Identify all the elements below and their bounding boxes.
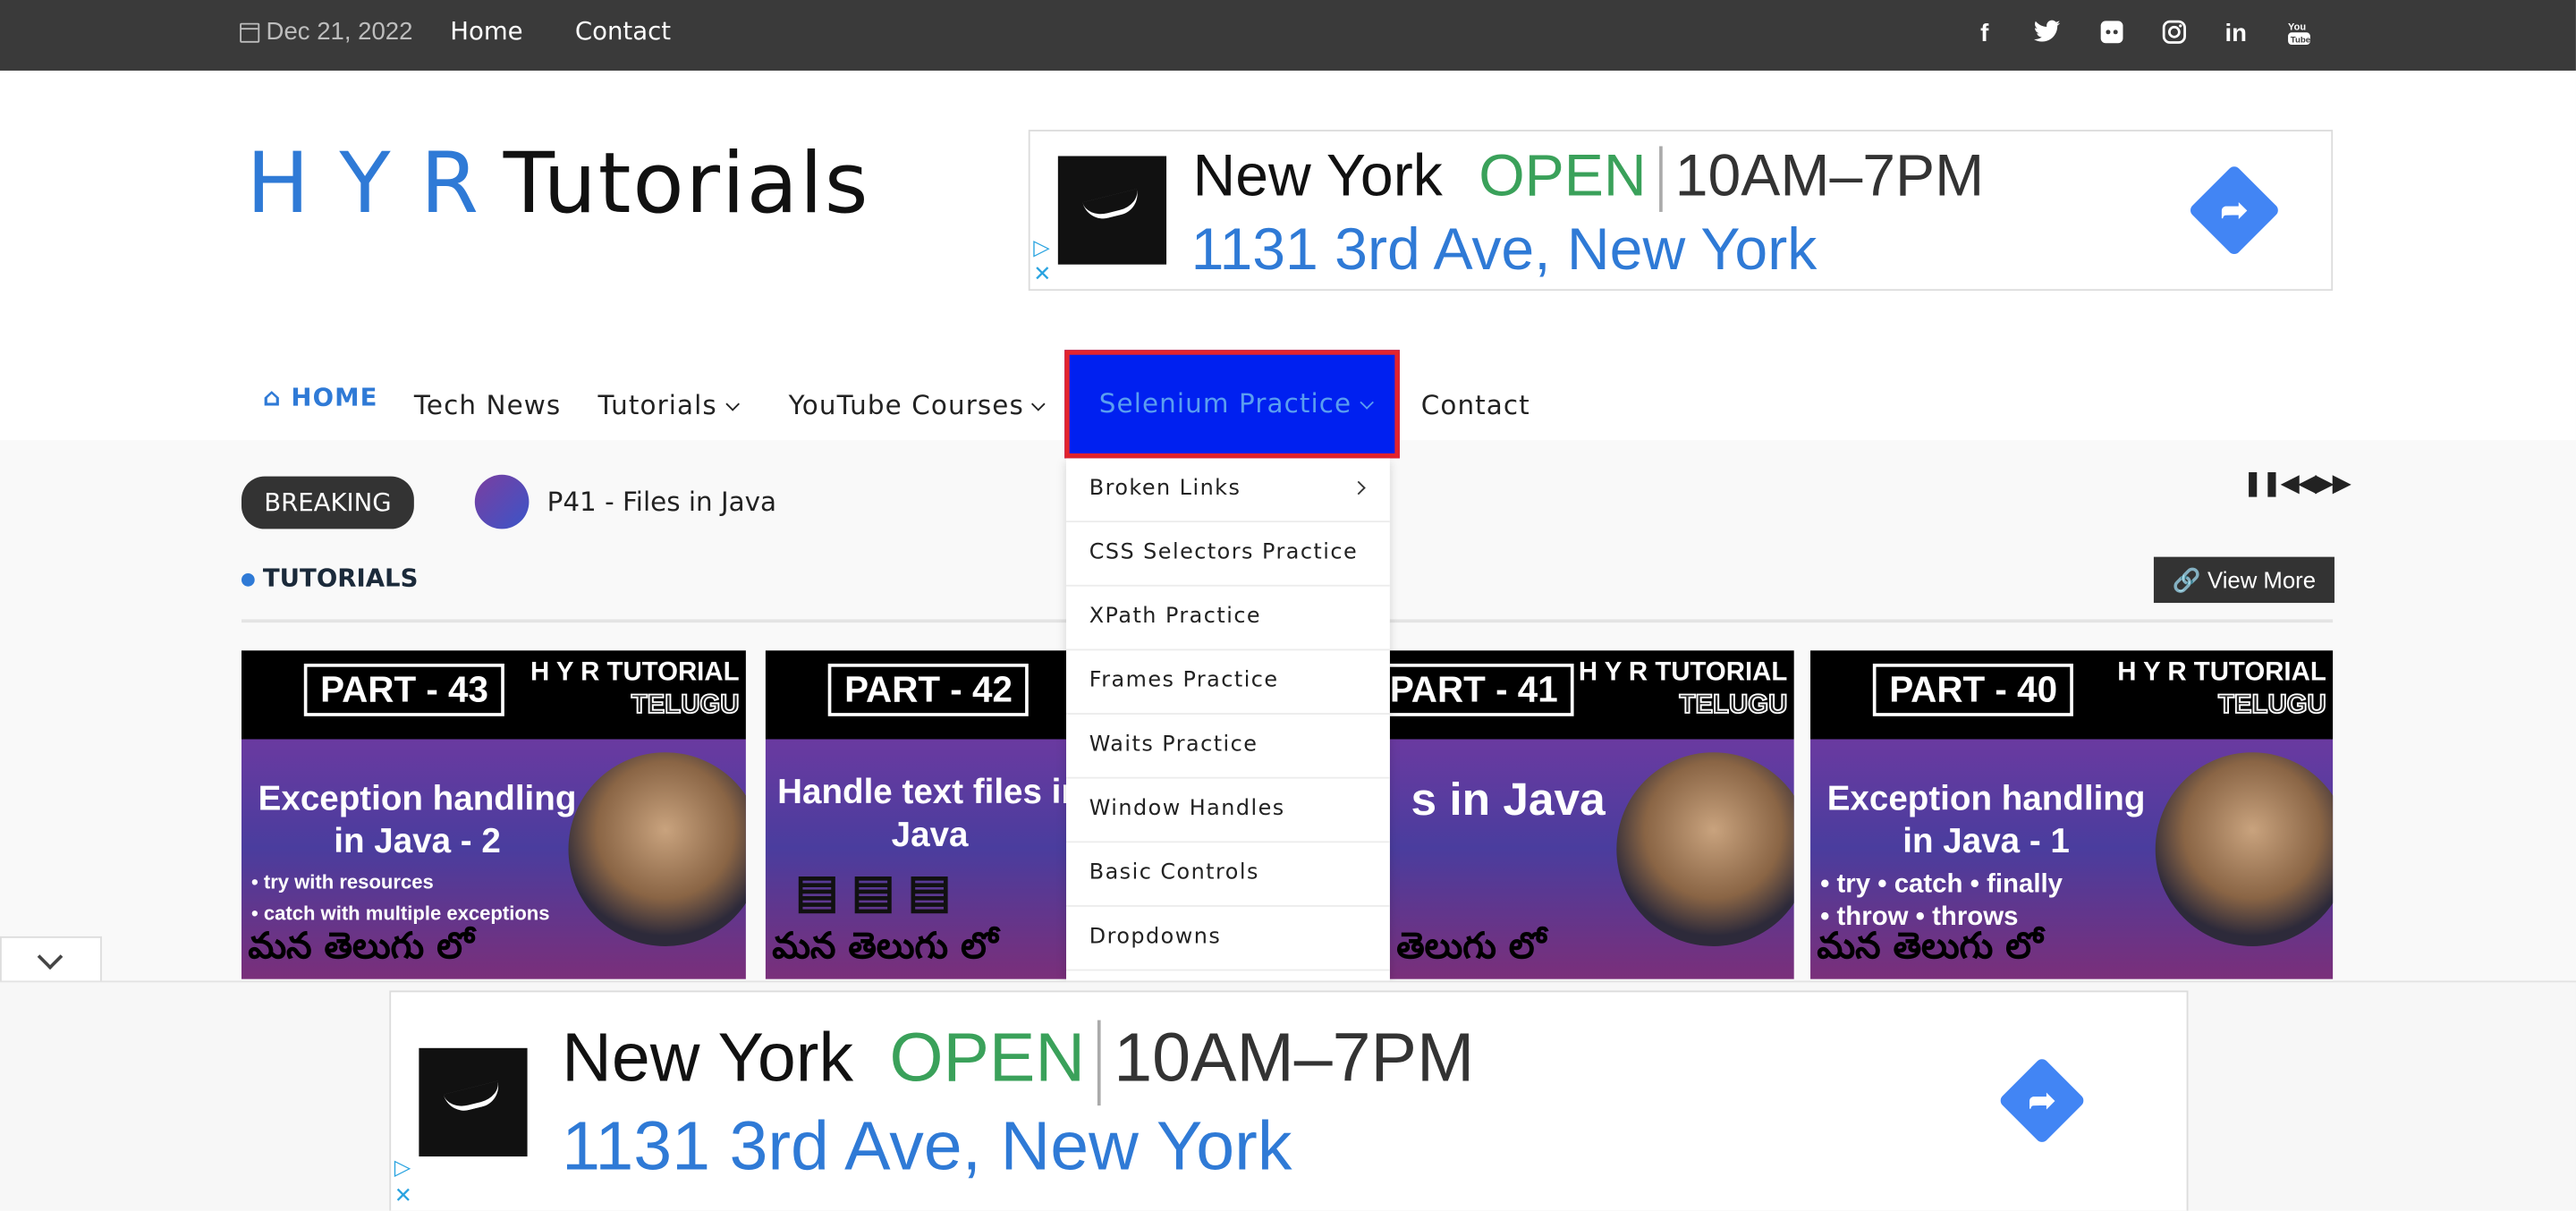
card-heading: Exception handling in Java - 2 — [258, 780, 577, 861]
card-telugu-text: మన తెలుగు లో — [772, 926, 998, 968]
next-icon[interactable]: ▶▶ — [2315, 468, 2351, 497]
ad-address: 1131 3rd Ave, New York — [1191, 215, 1818, 283]
ticker-controls: ❚❚◀◀▶▶ — [2242, 468, 2351, 497]
nav-contact[interactable]: Contact — [1421, 389, 1530, 420]
card-bullet: • try with resources — [251, 870, 434, 894]
dropdown-item-dropdowns[interactable]: Dropdowns — [1066, 907, 1390, 971]
ad-address: 1131 3rd Ave, New York — [562, 1106, 1292, 1185]
card-brand: H Y R TUTORIAL TELUGU — [2117, 658, 2326, 721]
ad-status: OPEN — [889, 1018, 1086, 1097]
adchoices-icon[interactable]: ▷ — [1033, 236, 1049, 258]
instructor-photo — [2155, 752, 2334, 946]
chevron-right-icon — [1352, 480, 1366, 495]
discord-icon[interactable] — [2097, 20, 2126, 49]
card-brand: H Y R TUTORIAL TELUGU — [1578, 658, 1788, 721]
twitter-icon[interactable] — [2032, 20, 2062, 49]
ad-title: New York OPEN 10AM–7PM — [1192, 141, 1984, 213]
card-part-label: PART - 41 — [1389, 664, 1575, 716]
card-heading: Exception handling in Java - 1 — [1826, 780, 2146, 861]
ad-status: OPEN — [1479, 140, 1647, 209]
nav-youtube-courses[interactable]: YouTube Courses — [789, 389, 1046, 420]
tutorial-card[interactable]: PART - 41 H Y R TUTORIAL TELUGU s in Java… — [1389, 650, 1794, 979]
ad-title: New York OPEN 10AM–7PM — [562, 1019, 1474, 1105]
ad-hours: 10AM–7PM — [1114, 1018, 1475, 1097]
facebook-icon[interactable]: f — [1970, 20, 1999, 49]
tutorial-card[interactable]: PART - 40 H Y R TUTORIAL TELUGU Exception… — [1810, 650, 2334, 979]
card-part-label: PART - 42 — [827, 664, 1030, 716]
instructor-photo — [568, 752, 746, 946]
section-title: TUTORIALS — [262, 563, 419, 594]
chevron-down-icon — [1031, 397, 1046, 411]
card-heading: Handle text files in Java — [777, 774, 1078, 855]
ad-close-icon[interactable]: ✕ — [394, 1184, 412, 1206]
ad-close-icon[interactable]: ✕ — [1033, 263, 1051, 284]
card-brand: H Y R TUTORIAL TELUGU — [530, 658, 740, 721]
site-logo[interactable]: H Y R Tutorials — [247, 136, 870, 233]
card-heading: s in Java — [1411, 774, 1606, 826]
nav-tech-news[interactable]: Tech News — [414, 389, 561, 420]
tutorial-card[interactable]: PART - 43 H Y R TUTORIAL TELUGU Exception… — [241, 650, 746, 979]
dropdown-item-css-selectors[interactable]: CSS Selectors Practice — [1066, 522, 1390, 587]
topbar-contact-link[interactable]: Contact — [575, 16, 671, 46]
logo-hyr: H Y R — [246, 136, 481, 233]
collapse-ad-button[interactable] — [0, 936, 102, 981]
card-telugu-text: తెలుగు లో — [1396, 926, 1546, 968]
instagram-icon[interactable] — [2158, 20, 2188, 49]
pause-icon[interactable]: ❚❚ — [2242, 468, 2282, 497]
svg-text:Tube: Tube — [2290, 35, 2310, 45]
topbar-home-link[interactable]: Home — [450, 16, 522, 46]
directions-icon[interactable]: ➦ — [1997, 1056, 2087, 1145]
dropdown-item-basic-controls[interactable]: Basic Controls — [1066, 843, 1390, 907]
nav-selenium-practice[interactable]: Selenium Practice — [1064, 350, 1400, 459]
directions-icon[interactable]: ➦ — [2187, 164, 2281, 258]
card-bullet: • try • catch • finally — [1820, 870, 2063, 899]
calendar-icon — [240, 21, 260, 42]
dropdown-item-waits[interactable]: Waits Practice — [1066, 715, 1390, 779]
breaking-headline[interactable]: P41 - Files in Java — [547, 487, 776, 518]
nav-selenium-practice-label: Selenium Practice — [1099, 387, 1374, 419]
date-display: Dec 21, 2022 — [240, 18, 412, 46]
page: Dec 21, 2022 Home Contact f in You Tube H… — [0, 0, 2576, 1211]
top-bar: Dec 21, 2022 Home Contact f in You Tube — [0, 0, 2576, 71]
dropdown-item-window-handles[interactable]: Window Handles — [1066, 779, 1390, 843]
file-icons: ▤ ▤ ▤ — [794, 865, 952, 917]
prev-icon[interactable]: ◀◀ — [2281, 468, 2318, 497]
headline-thumbnail[interactable] — [474, 474, 530, 529]
card-telugu-text: మన తెలుగు లో — [248, 926, 474, 968]
chevron-down-icon — [724, 397, 740, 411]
chevron-down-icon — [37, 944, 64, 970]
logo-tutorials: Tutorials — [503, 136, 870, 233]
dropdown-item-frames[interactable]: Frames Practice — [1066, 650, 1390, 715]
date-text: Dec 21, 2022 — [266, 18, 413, 47]
youtube-icon[interactable]: You Tube — [2284, 20, 2313, 49]
dropdown-item-broken-links[interactable]: Broken Links — [1066, 458, 1390, 523]
chevron-down-icon — [1359, 395, 1374, 410]
dropdown-item-xpath[interactable]: XPath Practice — [1066, 587, 1390, 651]
card-part-label: PART - 43 — [303, 664, 505, 716]
section-dot — [241, 573, 255, 587]
home-icon: ⌂ — [262, 382, 282, 413]
card-bullet: • catch with multiple exceptions — [251, 902, 550, 926]
sticky-ad[interactable]: New York OPEN 10AM–7PM 1131 3rd Ave, New Y… — [389, 990, 2189, 1211]
card-telugu-text: మన తెలుగు లో — [1817, 926, 2043, 968]
nav-tutorials[interactable]: Tutorials — [598, 389, 740, 420]
adchoices-icon[interactable]: ▷ — [394, 1156, 411, 1178]
breaking-badge: BREAKING — [241, 476, 414, 529]
card-part-label: PART - 40 — [1872, 664, 2074, 716]
ad-hours: 10AM–7PM — [1674, 140, 1985, 209]
svg-text:You: You — [2287, 22, 2305, 33]
selenium-practice-dropdown: Broken Links CSS Selectors Practice XPat… — [1066, 458, 1390, 981]
nike-logo — [419, 1047, 528, 1157]
nav-home[interactable]: ⌂ HOME — [263, 383, 378, 412]
header-ad[interactable]: New York OPEN 10AM–7PM 1131 3rd Ave, New Y… — [1028, 130, 2334, 292]
instructor-photo — [1616, 752, 1794, 946]
nike-logo — [1057, 156, 1167, 265]
link-icon: 🔗 — [2172, 566, 2201, 594]
tutorial-card[interactable]: PART - 42 Handle text files in Java ▤ ▤ … — [765, 650, 1078, 979]
linkedin-icon[interactable]: in — [2221, 20, 2250, 49]
view-more-button[interactable]: 🔗 View More — [2153, 556, 2334, 604]
